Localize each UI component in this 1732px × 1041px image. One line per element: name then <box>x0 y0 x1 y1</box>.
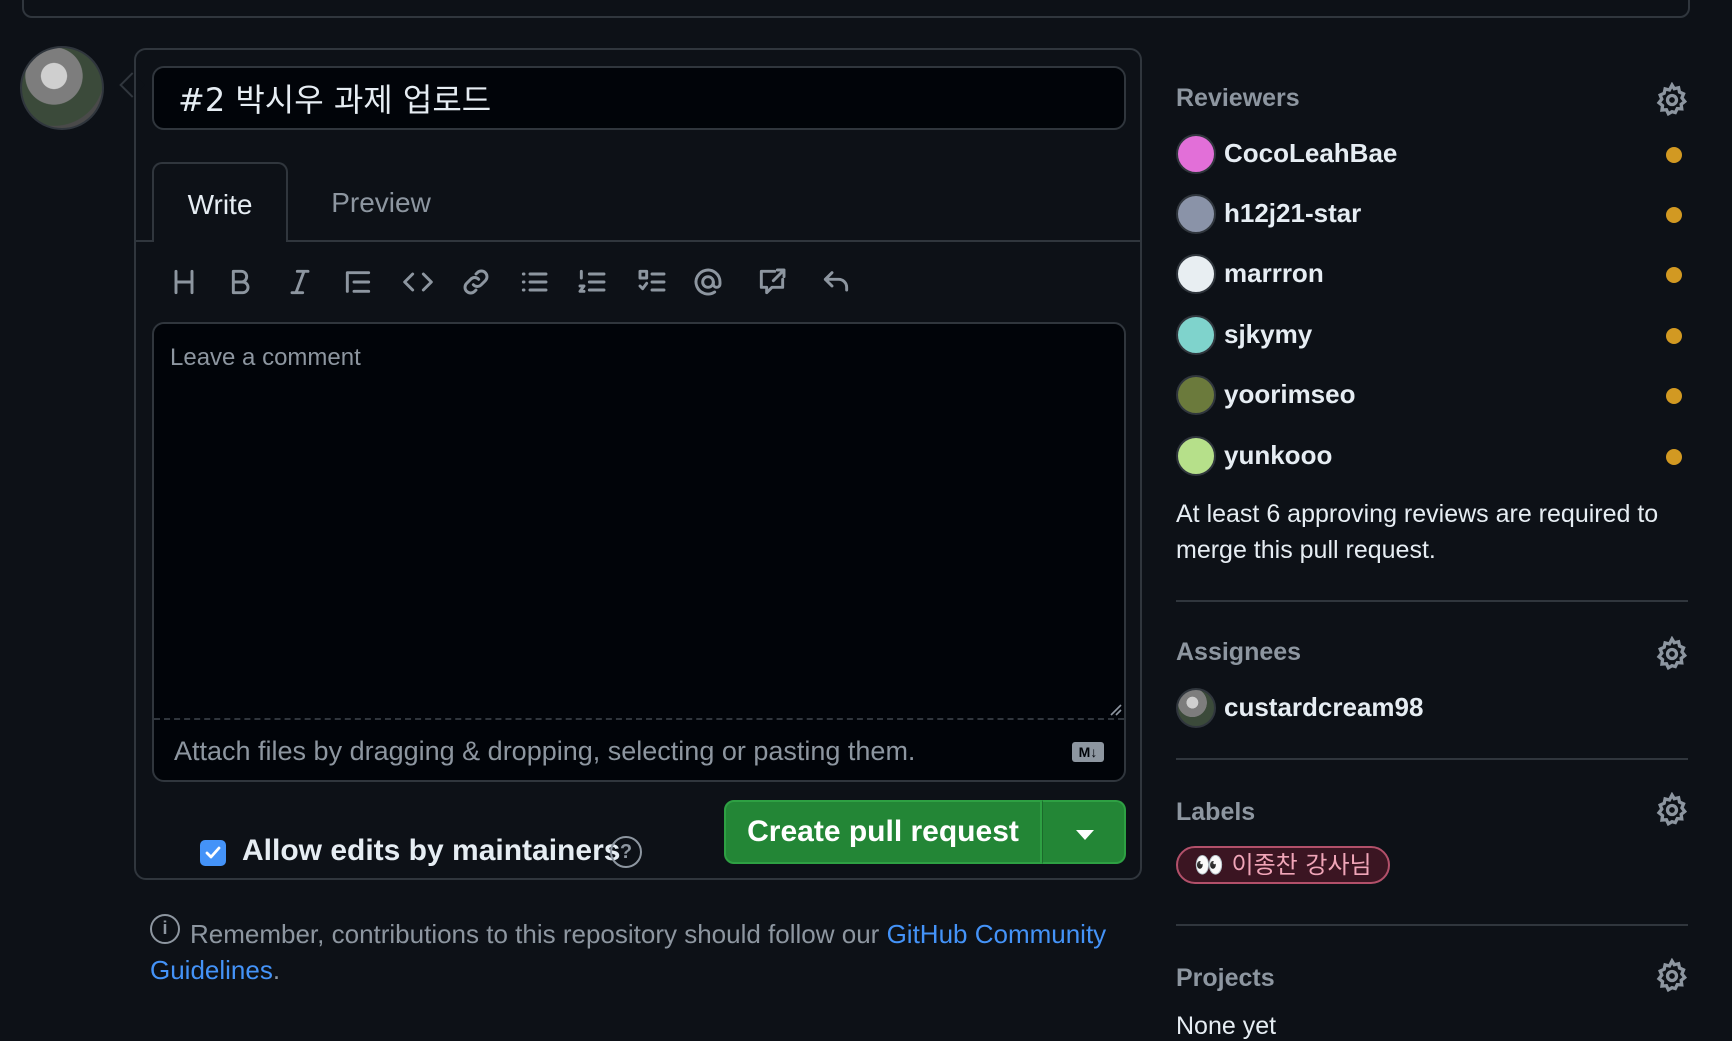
heading-icon[interactable] <box>164 262 204 302</box>
allow-edits-label[interactable]: Allow edits by maintainers <box>242 834 620 868</box>
comment-placeholder: Leave a comment <box>170 344 361 371</box>
reviewer-avatar <box>1176 134 1216 174</box>
assignees-heading[interactable]: Assignees <box>1176 638 1301 667</box>
note-suffix: . <box>272 955 281 985</box>
tab-preview[interactable]: Preview <box>306 162 456 240</box>
bulleted-list-icon[interactable] <box>514 262 554 302</box>
reviewer-name[interactable]: sjkymy <box>1224 319 1312 350</box>
reviewer-avatar <box>1176 436 1216 476</box>
reviews-required-note: At least 6 approving reviews are require… <box>1176 500 1659 564</box>
reviewer-name[interactable]: CocoLeahBae <box>1224 138 1397 169</box>
resize-handle-icon[interactable] <box>1108 702 1122 716</box>
projects-value: None yet <box>1176 1012 1277 1040</box>
sidebar-divider <box>1176 758 1688 760</box>
assignees-gear-icon[interactable] <box>1654 635 1690 672</box>
allow-edits-checkbox[interactable] <box>200 840 226 866</box>
projects-gear-icon[interactable] <box>1654 957 1690 994</box>
create-options-dropdown[interactable] <box>1042 800 1126 864</box>
numbered-list-icon[interactable] <box>572 262 612 302</box>
reviewer-avatar <box>1176 375 1216 415</box>
pending-status-icon <box>1666 207 1682 223</box>
reviewer-name[interactable]: marrron <box>1224 258 1324 289</box>
reviewer-avatar <box>1176 315 1216 355</box>
labels-gear-icon[interactable] <box>1654 791 1690 828</box>
title-input[interactable] <box>152 66 1126 130</box>
assignee-name[interactable]: custardcream98 <box>1224 692 1423 723</box>
create-pull-request-button[interactable]: Create pull request <box>724 800 1042 864</box>
pending-status-icon <box>1666 388 1682 404</box>
reference-icon[interactable] <box>752 262 792 302</box>
question-icon[interactable]: ? <box>610 836 642 868</box>
code-icon[interactable] <box>398 262 438 302</box>
pending-status-icon <box>1666 267 1682 283</box>
task-list-icon[interactable] <box>632 262 672 302</box>
pending-status-icon <box>1666 449 1682 465</box>
assignee-row[interactable]: custardcream98 <box>1176 686 1688 730</box>
reviewer-row[interactable]: marrron <box>1176 252 1688 296</box>
reviewer-row[interactable]: CocoLeahBae <box>1176 132 1688 176</box>
italic-icon[interactable] <box>280 262 320 302</box>
comment-textarea[interactable] <box>152 322 1126 782</box>
bold-icon[interactable] <box>220 262 260 302</box>
undo-icon[interactable] <box>816 262 856 302</box>
author-avatar[interactable] <box>20 46 104 130</box>
reviewer-name[interactable]: yoorimseo <box>1224 379 1356 410</box>
reviewer-row[interactable]: h12j21-star <box>1176 192 1688 236</box>
previous-section-box <box>22 0 1690 18</box>
reviewer-avatar <box>1176 194 1216 234</box>
pending-status-icon <box>1666 147 1682 163</box>
reviewer-row[interactable]: yunkooo <box>1176 434 1688 478</box>
sidebar-divider <box>1176 600 1688 602</box>
reviewers-gear-icon[interactable] <box>1654 81 1690 118</box>
reviewer-name[interactable]: h12j21-star <box>1224 198 1361 229</box>
reviewer-avatar <box>1176 254 1216 294</box>
info-icon: i <box>150 914 180 944</box>
note-text: Remember, contributions to this reposito… <box>190 919 887 949</box>
reviewer-row[interactable]: yoorimseo <box>1176 373 1688 417</box>
attach-divider <box>154 718 1124 720</box>
attach-files-hint[interactable]: Attach files by dragging & dropping, sel… <box>174 736 915 767</box>
quote-icon[interactable] <box>338 262 378 302</box>
link-icon[interactable] <box>456 262 496 302</box>
assignee-avatar <box>1176 688 1216 728</box>
mention-icon[interactable] <box>688 262 728 302</box>
projects-heading[interactable]: Projects <box>1176 964 1275 993</box>
check-icon <box>205 846 221 859</box>
reviewer-name[interactable]: yunkooo <box>1224 440 1332 471</box>
markdown-icon[interactable]: M↓ <box>1072 742 1104 762</box>
contribution-note: Remember, contributions to this reposito… <box>150 916 1110 988</box>
sidebar-divider <box>1176 924 1688 926</box>
reviewers-heading[interactable]: Reviewers <box>1176 84 1300 113</box>
reviewer-row[interactable]: sjkymy <box>1176 313 1688 357</box>
tab-write[interactable]: Write <box>152 162 288 242</box>
pending-status-icon <box>1666 328 1682 344</box>
labels-heading[interactable]: Labels <box>1176 798 1255 827</box>
label-badge[interactable]: 👀 이종찬 강사님 <box>1176 846 1390 884</box>
